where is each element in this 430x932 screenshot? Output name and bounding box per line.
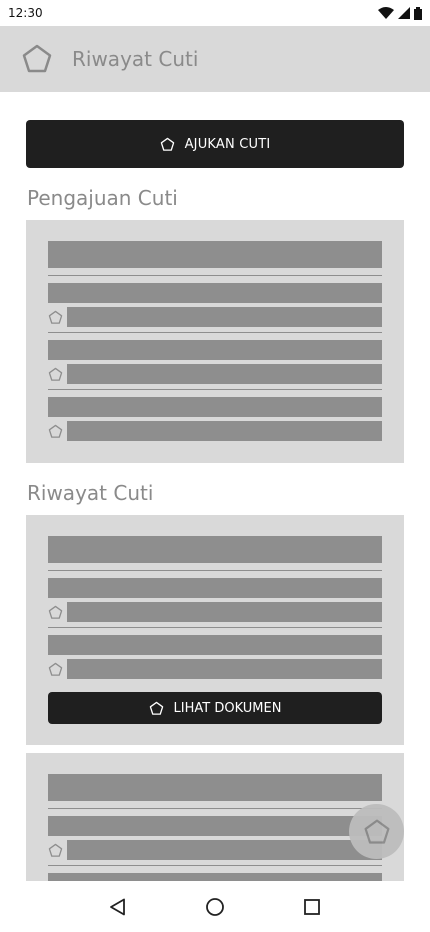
page-title: Riwayat Cuti [72,47,199,71]
system-nav-bar [0,881,430,932]
battery-icon [414,6,422,20]
pentagon-icon [48,662,67,677]
divider [48,808,382,809]
view-document-label: LIHAT DOKUMEN [173,700,282,716]
pentagon-icon [48,843,67,858]
placeholder-line [67,659,382,679]
divider [48,570,382,571]
pentagon-icon [48,605,67,620]
pentagon-icon [363,818,391,846]
signal-icon [398,7,410,19]
placeholder-header [48,241,382,268]
placeholder-header [48,774,382,801]
status-icons [378,6,422,20]
view-document-button[interactable]: LIHAT DOKUMEN [48,692,382,724]
status-time: 12:30 [8,6,43,20]
placeholder-line [67,421,382,441]
placeholder-line [67,364,382,384]
placeholder-line [48,635,382,655]
main-content[interactable]: AJUKAN CUTI Pengajuan Cuti Riwayat Cuti [0,92,430,881]
placeholder-line [48,816,382,836]
divider [48,389,382,390]
list-item [48,364,382,384]
history-card[interactable]: LIHAT DOKUMEN [26,515,404,745]
history-card[interactable] [26,753,404,881]
pentagon-icon [48,310,67,325]
apply-leave-button[interactable]: AJUKAN CUTI [26,120,404,168]
back-triangle-icon[interactable] [98,887,138,927]
divider [48,627,382,628]
placeholder-line [67,602,382,622]
list-item [48,602,382,622]
pentagon-icon [48,424,67,439]
pentagon-icon [149,701,164,716]
pentagon-icon [48,367,67,382]
list-item [48,421,382,441]
placeholder-line [48,873,382,881]
app-bar: Riwayat Cuti [0,26,430,92]
placeholder-line [67,307,382,327]
apply-leave-label: AJUKAN CUTI [184,136,271,152]
list-item [48,307,382,327]
submissions-section-title: Pengajuan Cuti [27,186,178,210]
placeholder-line [48,283,382,303]
pentagon-icon [20,42,54,76]
placeholder-line [48,578,382,598]
divider [48,275,382,276]
floating-action-button[interactable] [349,804,404,859]
placeholder-line [48,340,382,360]
list-item [48,659,382,679]
home-circle-icon[interactable] [195,887,235,927]
history-section-title: Riwayat Cuti [27,481,154,505]
divider [48,865,382,866]
placeholder-line [48,397,382,417]
status-bar: 12:30 [0,0,430,26]
recents-square-icon[interactable] [292,887,332,927]
pentagon-icon [160,137,175,152]
wifi-icon [378,7,394,19]
placeholder-line [67,840,382,860]
divider [48,332,382,333]
placeholder-header [48,536,382,563]
list-item [48,840,382,860]
submission-card[interactable] [26,220,404,463]
